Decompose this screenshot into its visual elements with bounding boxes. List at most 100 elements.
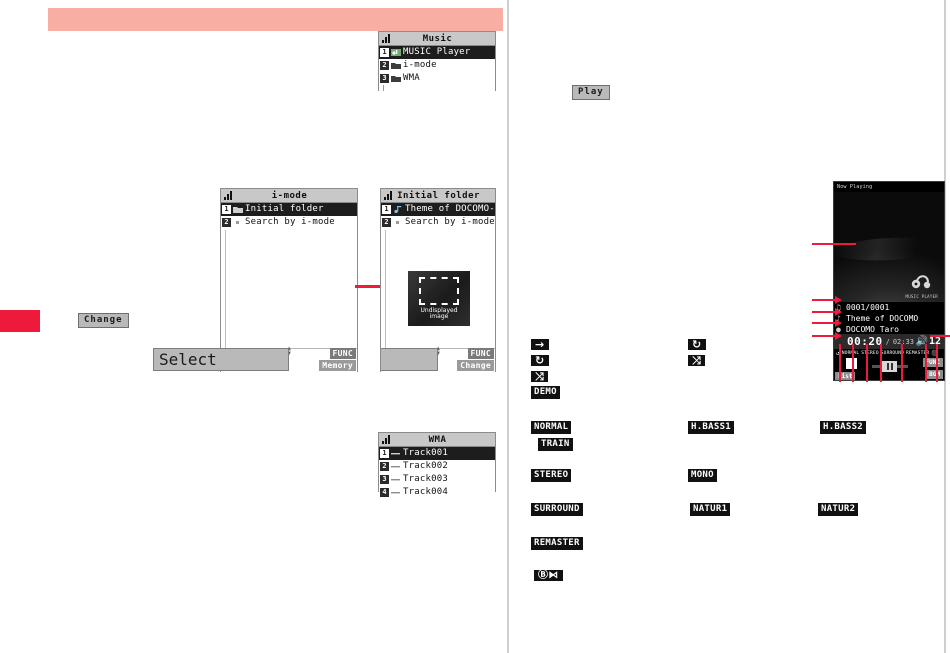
wma-screen-title: WMA bbox=[428, 434, 447, 445]
player-brand-label: MUSIC PLAYER bbox=[905, 294, 938, 299]
list-item[interactable]: 2 i-mode bbox=[379, 59, 495, 72]
initial-folder-screen[interactable]: Initial folder 1 Theme of DOCOMO-DO 2 Se… bbox=[380, 188, 496, 372]
list-item[interactable]: 2 Search by i-mode bbox=[381, 216, 495, 229]
list-item-label: Initial folder bbox=[245, 204, 324, 214]
item-index: 3 bbox=[380, 475, 389, 484]
list-item-label: Search by i-mode bbox=[245, 217, 335, 227]
softkey-func[interactable]: FUNC bbox=[329, 348, 356, 359]
item-index: 2 bbox=[382, 218, 391, 227]
bluetooth-chip: Ⓑ⧑ bbox=[534, 570, 563, 581]
folder-icon bbox=[391, 74, 402, 83]
list-item[interactable]: 1 Initial folder bbox=[221, 203, 357, 216]
list-item-label: Track004 bbox=[403, 487, 448, 497]
normal-chip: NORMAL bbox=[531, 421, 572, 434]
item-index: 3 bbox=[380, 74, 389, 83]
list-item[interactable]: 4 Track004 bbox=[379, 486, 495, 499]
volume-level: 12 bbox=[928, 336, 941, 347]
status-normal: NORMAL bbox=[841, 350, 860, 356]
wma-screen[interactable]: WMA 1 Track001 2 Track002 3 Track003 4 T… bbox=[378, 432, 496, 497]
dot-icon bbox=[233, 218, 244, 227]
time-row: 00:20 / 02:33 🔊 12 bbox=[834, 334, 944, 349]
player-brand: MUSIC PLAYER bbox=[906, 272, 939, 299]
leader-line-bt2 bbox=[936, 344, 938, 382]
signal-icon bbox=[380, 434, 392, 445]
page-side-tab bbox=[0, 310, 40, 332]
page-root: Music 1 MUSIC Player 2 i-mode 3 WMA i-mo… bbox=[0, 0, 950, 653]
leader-line-art bbox=[812, 243, 856, 245]
demo-chip: DEMO bbox=[531, 386, 560, 399]
hbass2-chip: H.BASS2 bbox=[820, 421, 867, 434]
column-divider bbox=[507, 0, 509, 653]
leader-line-artist bbox=[812, 319, 842, 327]
album-art: MUSIC PLAYER bbox=[834, 192, 944, 302]
leader-line-volume bbox=[930, 335, 950, 337]
imode-screen-title: i-mode bbox=[271, 190, 308, 201]
leader-line-time bbox=[812, 332, 842, 340]
softkey-bgm[interactable]: BGM bbox=[926, 370, 943, 379]
dot-icon bbox=[393, 218, 404, 227]
status-stereo: STEREO bbox=[861, 350, 879, 356]
leader-line-remaster bbox=[901, 344, 903, 382]
surround-chip: SURROUND bbox=[531, 503, 583, 516]
time-total: 02:33 bbox=[892, 337, 914, 346]
imode-screen[interactable]: i-mode 1 Initial folder 2 Search by i-mo… bbox=[153, 188, 358, 372]
softkey-func[interactable]: FUNC bbox=[467, 348, 494, 359]
list-item-label: Theme of DOCOMO-DO bbox=[405, 204, 495, 214]
change-key-chip[interactable]: Change bbox=[78, 313, 129, 328]
list-scroll-indicator bbox=[385, 230, 386, 352]
music-player-screen[interactable]: Now Playing MUSIC PLAYER ♫ 0001/0001 bbox=[833, 181, 945, 381]
softkey-memory[interactable]: Memory bbox=[319, 360, 356, 371]
list-item[interactable]: 2 Track002 bbox=[379, 460, 495, 473]
repeat-one-icon: ↻ bbox=[531, 355, 549, 366]
dashed-frame-icon bbox=[419, 276, 459, 305]
signal-icon bbox=[222, 190, 234, 201]
item-index: 1 bbox=[380, 449, 389, 458]
softkey-play[interactable]: Play bbox=[381, 348, 438, 371]
hbass1-chip: H.BASS1 bbox=[688, 421, 735, 434]
track-title: Theme of DOCOMO bbox=[846, 314, 919, 323]
wma-screen-list: 1 Track001 2 Track002 3 Track003 4 Track… bbox=[379, 447, 495, 497]
repeat-all-icon: ↻ bbox=[688, 339, 706, 350]
leader-line-repeat bbox=[839, 344, 841, 382]
softkey-select[interactable]: Select bbox=[153, 348, 289, 371]
shuffle-icon: ⤨ bbox=[688, 355, 706, 366]
track-icon bbox=[391, 449, 402, 458]
initial-folder-list: 1 Theme of DOCOMO-DO 2 Search by i-mode … bbox=[381, 203, 495, 372]
softkey-change[interactable]: Change bbox=[457, 360, 494, 371]
list-item-label: Search by i-mode bbox=[405, 217, 495, 227]
imode-softkey-bar: microSD ▲▼ Select FUNC Memory bbox=[153, 346, 357, 372]
item-index: 1 bbox=[222, 205, 231, 214]
initial-folder-softkey-bar: ▲▼ Play FUNC Change bbox=[381, 346, 495, 372]
list-item[interactable]: 3 Track003 bbox=[379, 473, 495, 486]
signal-icon bbox=[380, 33, 392, 44]
music-player-icon bbox=[391, 48, 402, 57]
folder-icon bbox=[233, 205, 244, 214]
natur1-chip: NATUR1 bbox=[690, 503, 731, 516]
leader-line-title bbox=[812, 308, 842, 316]
track-title-line: ♪ Theme of DOCOMO bbox=[834, 313, 944, 324]
list-item[interactable]: 1 Theme of DOCOMO-DO bbox=[381, 203, 495, 216]
thumbnail-caption: Undisplayed image bbox=[421, 307, 458, 321]
list-item[interactable]: 3 WMA bbox=[379, 72, 495, 85]
list-item[interactable]: 2 Search by i-mode bbox=[221, 216, 357, 229]
item-index: 2 bbox=[222, 218, 231, 227]
pause-button[interactable] bbox=[882, 361, 897, 372]
list-item-label: WMA bbox=[403, 73, 420, 83]
list-scroll-indicator bbox=[225, 230, 226, 352]
initial-folder-title: Initial folder bbox=[397, 190, 480, 201]
headphones-icon bbox=[906, 272, 939, 294]
artist-name: DOCOMO Taro bbox=[846, 325, 899, 334]
imode-screen-titlebar: i-mode bbox=[221, 189, 357, 203]
list-item[interactable]: 1 MUSIC Player bbox=[379, 46, 495, 59]
stereo-chip: STEREO bbox=[531, 469, 572, 482]
folder-icon bbox=[391, 61, 402, 70]
music-screen[interactable]: Music 1 MUSIC Player 2 i-mode 3 WMA bbox=[378, 31, 496, 91]
flow-arrow-icon bbox=[355, 281, 388, 292]
list-item-label: i-mode bbox=[403, 60, 437, 70]
wma-screen-titlebar: WMA bbox=[379, 433, 495, 447]
track-number: 0001/0001 bbox=[846, 303, 890, 312]
leader-line-bt bbox=[925, 344, 927, 382]
play-key-chip[interactable]: Play bbox=[572, 85, 610, 100]
list-item[interactable]: 1 Track001 bbox=[379, 447, 495, 460]
signal-icon bbox=[382, 190, 394, 201]
